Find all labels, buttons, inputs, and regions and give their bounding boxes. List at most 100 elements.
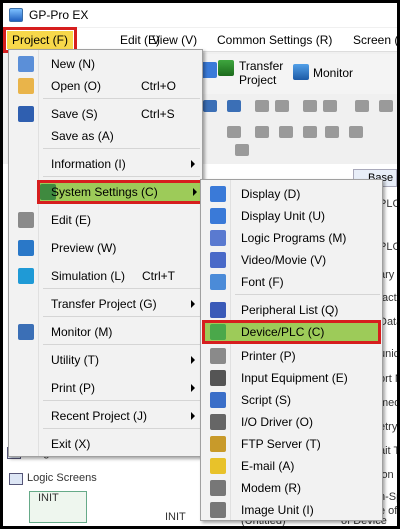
app-window: GP-Pro EX Project (F) Edit (E) View (V) … (3, 3, 397, 526)
secondary-toolbar (199, 94, 397, 164)
project-menu-item[interactable]: Open (O) Ctrl+O (10, 74, 201, 98)
image-unit-icon (210, 502, 226, 518)
toolbar-icon (201, 62, 217, 78)
save-icon (18, 106, 34, 122)
menu-screen[interactable]: Screen (S) (348, 31, 397, 49)
menu-item-label: Information (I) (51, 157, 126, 171)
input-equipment-icon (210, 370, 226, 386)
menu-project[interactable]: Project (F) (3, 27, 78, 53)
project-menu-item[interactable]: Exit (X) (10, 432, 201, 456)
toolbar-icon[interactable] (227, 126, 241, 138)
redo-icon[interactable] (323, 100, 337, 112)
toolbar-icon[interactable] (227, 100, 241, 112)
menu-item-label: Logic Programs (M) (241, 231, 347, 245)
system-settings-item[interactable]: Image Unit (I) (202, 498, 381, 522)
app-logo-icon (9, 8, 23, 22)
project-menu-item[interactable]: Save (S) Ctrl+S (10, 102, 201, 126)
project-menu-item[interactable]: Information (I) (10, 152, 201, 176)
menu-item-label: Modem (R) (241, 481, 302, 495)
copy-icon[interactable] (379, 100, 393, 112)
tree-item-logic-screens[interactable]: Logic Screens (27, 472, 97, 484)
system-settings-item[interactable]: E-mail (A) (202, 454, 381, 478)
transfer-label-1: Transfer (239, 59, 284, 73)
printer-icon (210, 348, 226, 364)
toolbar-icon[interactable] (325, 126, 339, 138)
system-settings-item[interactable]: Display (D) (202, 182, 381, 206)
device-plc-icon (210, 324, 226, 340)
menu-item-label: FTP Server (T) (241, 437, 321, 451)
project-menu-item[interactable]: System Settings (C) (37, 180, 205, 204)
monitor-icon[interactable] (293, 64, 309, 80)
project-menu-item[interactable]: Transfer Project (G) (10, 292, 201, 316)
project-menu-item[interactable]: Edit (E) (10, 208, 201, 232)
undo-icon[interactable] (303, 100, 317, 112)
transfer-project-button[interactable]: Transfer Project (239, 59, 283, 87)
project-menu-item[interactable]: Recent Project (J) (10, 404, 201, 428)
logic-thumbnail[interactable]: INIT (29, 491, 87, 523)
toolbar-icon[interactable] (303, 126, 317, 138)
edit-tools-icon (18, 212, 34, 228)
system-settings-item[interactable]: Input Equipment (E) (202, 366, 381, 390)
menu-item-label: Edit (E) (51, 213, 92, 227)
cut-icon[interactable] (355, 100, 369, 112)
transfer-icon[interactable] (218, 60, 234, 76)
toolbar-icon[interactable] (255, 126, 269, 138)
toolbar-icon[interactable] (279, 126, 293, 138)
logic-programs-icon (210, 230, 226, 246)
menu-item-label: Printer (P) (241, 349, 296, 363)
system-settings-item[interactable]: FTP Server (T) (202, 432, 381, 456)
system-settings-item[interactable]: Modem (R) (202, 476, 381, 500)
menu-item-label: New (N) (51, 57, 95, 71)
toolbar-icon[interactable] (235, 144, 249, 156)
project-menu-item[interactable]: Monitor (M) (10, 320, 201, 344)
system-settings-item[interactable]: Video/Movie (V) (202, 248, 381, 272)
toolbar-icon[interactable] (203, 100, 217, 112)
system-settings-item[interactable]: Printer (P) (202, 344, 381, 368)
menu-common-settings[interactable]: Common Settings (R) (212, 31, 337, 49)
menu-separator (43, 176, 200, 177)
project-menu-item[interactable]: Simulation (L) Ctrl+T (10, 264, 201, 288)
toolbar-icon[interactable] (275, 100, 289, 112)
project-menu-item[interactable]: New (N) (10, 52, 201, 76)
io-driver-icon (210, 414, 226, 430)
transfer-label-2: Project (239, 73, 277, 87)
open-folder-icon (18, 78, 34, 94)
display-unit-icon (210, 208, 226, 224)
submenu-arrow-icon (191, 160, 195, 168)
system-settings-item[interactable]: Logic Programs (M) (202, 226, 381, 250)
project-menu-item[interactable]: Preview (W) (10, 236, 201, 260)
menu-item-label: Video/Movie (V) (241, 253, 327, 267)
logic-screens-icon (9, 473, 23, 485)
system-settings-item[interactable]: Device/PLC (C) (202, 320, 381, 344)
system-settings-item[interactable]: I/O Driver (O) (202, 410, 381, 434)
project-menu-item[interactable]: Save as (A) (10, 124, 201, 148)
project-menu-item[interactable]: Utility (T) (10, 348, 201, 372)
menu-view[interactable]: View (V) (147, 31, 202, 49)
monitor-button[interactable]: Monitor (313, 66, 353, 80)
menu-separator (43, 344, 200, 345)
peripheral-list-icon (210, 302, 226, 318)
tree-item-init[interactable]: INIT (165, 511, 186, 523)
menu-item-label: Print (P) (51, 381, 96, 395)
menu-separator (43, 428, 200, 429)
menu-item-label: System Settings (C) (51, 185, 158, 199)
toolbar-icon[interactable] (255, 100, 269, 112)
submenu-arrow-icon (191, 412, 195, 420)
submenu-arrow-icon (191, 300, 195, 308)
menu-separator (43, 316, 200, 317)
menu-item-label: Save (S) (51, 107, 98, 121)
menu-item-label: Exit (X) (51, 437, 91, 451)
system-settings-submenu: Display (D) Display Unit (U) Logic Program… (200, 179, 383, 521)
menu-item-label: Image Unit (I) (241, 503, 314, 517)
system-settings-item[interactable]: Peripheral List (Q) (202, 298, 381, 322)
menu-item-label: Open (O) (51, 79, 102, 93)
toolbar-icon[interactable] (349, 126, 363, 138)
project-menu-item[interactable]: Print (P) (10, 376, 201, 400)
display-icon (210, 186, 226, 202)
menu-item-label: Input Equipment (E) (241, 371, 348, 385)
video-icon (210, 252, 226, 268)
menu-item-label: Display Unit (U) (241, 209, 326, 223)
system-settings-item[interactable]: Script (S) (202, 388, 381, 412)
system-settings-item[interactable]: Font (F) (202, 270, 381, 294)
system-settings-item[interactable]: Display Unit (U) (202, 204, 381, 228)
